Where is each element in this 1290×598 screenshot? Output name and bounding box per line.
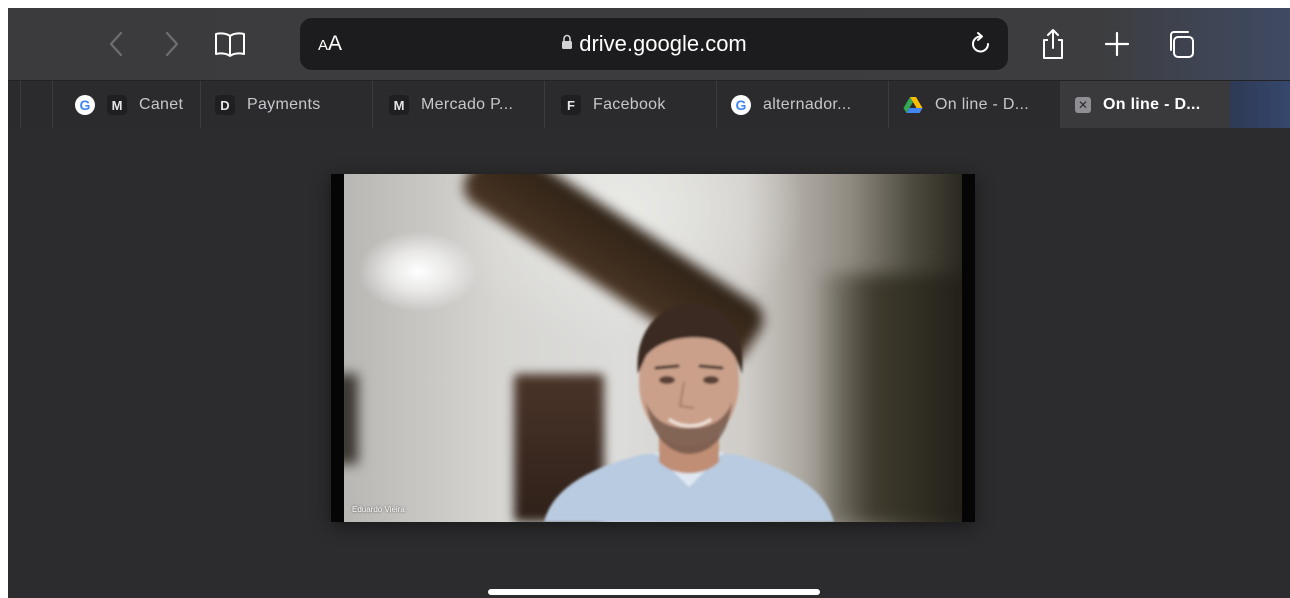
url-display[interactable]: drive.google.com xyxy=(300,18,1008,70)
book-icon xyxy=(215,32,245,57)
tab-payments[interactable]: D Payments xyxy=(200,81,372,129)
tabs-overview-button[interactable] xyxy=(1162,28,1198,60)
plus-icon xyxy=(1104,31,1130,57)
share-icon xyxy=(1043,29,1063,59)
tabs-icon xyxy=(1170,31,1194,58)
new-tab-button[interactable] xyxy=(1102,28,1132,60)
tab-label: alternador... xyxy=(763,96,852,113)
reload-icon xyxy=(972,32,989,53)
participant-name: Eduardo Vieira xyxy=(352,505,405,514)
close-icon[interactable]: ✕ xyxy=(1075,97,1091,113)
toolbar: AA drive.google.com xyxy=(8,8,1290,80)
tab-label: On line - D... xyxy=(935,96,1030,113)
letter-m-icon: M xyxy=(107,95,127,115)
home-indicator[interactable] xyxy=(488,589,820,595)
page-content: Eduardo Vieira xyxy=(8,128,1290,598)
tab-online-drive[interactable]: On line - D... xyxy=(888,81,1060,129)
tab-label: Facebook xyxy=(593,96,666,113)
tab-label: Mercado P... xyxy=(421,96,514,113)
reload-button[interactable] xyxy=(968,30,994,63)
tab-pinned-empty[interactable] xyxy=(20,81,52,129)
lock-icon xyxy=(561,17,573,69)
video-frame: Eduardo Vieira xyxy=(344,174,962,522)
letter-m-icon: M xyxy=(389,95,409,115)
video-player[interactable]: Eduardo Vieira xyxy=(331,174,975,522)
letter-d-icon: D xyxy=(215,95,235,115)
tab-label: On line - D... xyxy=(1103,96,1201,113)
address-bar[interactable]: AA drive.google.com xyxy=(300,18,1008,70)
google-icon: G xyxy=(75,95,95,115)
forward-button[interactable] xyxy=(160,28,184,60)
chevron-left-icon xyxy=(109,31,123,57)
tab-strip-edge xyxy=(1230,81,1290,129)
tab-label: Payments xyxy=(247,96,321,113)
back-button[interactable] xyxy=(104,28,128,60)
tab-canet[interactable]: G M Canet xyxy=(52,81,200,129)
tab-mercado[interactable]: M Mercado P... xyxy=(372,81,544,129)
participant-figure xyxy=(544,304,834,522)
chevron-right-icon xyxy=(165,31,179,57)
tab-facebook[interactable]: F Facebook xyxy=(544,81,716,129)
tab-strip: G M Canet D Payments M Mercado P... F Fa… xyxy=(8,80,1290,129)
browser-window: AA drive.google.com G M Canet D Payments… xyxy=(8,8,1290,598)
share-button[interactable] xyxy=(1036,24,1070,64)
bookmarks-button[interactable] xyxy=(210,28,250,60)
tab-alternador[interactable]: G alternador... xyxy=(716,81,888,129)
letter-f-icon: F xyxy=(561,95,581,115)
tab-online-active[interactable]: ✕ On line - D... xyxy=(1060,81,1230,129)
tab-label: Canet xyxy=(139,96,184,113)
google-icon: G xyxy=(731,95,751,115)
url-text: drive.google.com xyxy=(579,31,747,56)
background-shadow xyxy=(344,374,358,464)
drive-icon xyxy=(903,95,923,115)
